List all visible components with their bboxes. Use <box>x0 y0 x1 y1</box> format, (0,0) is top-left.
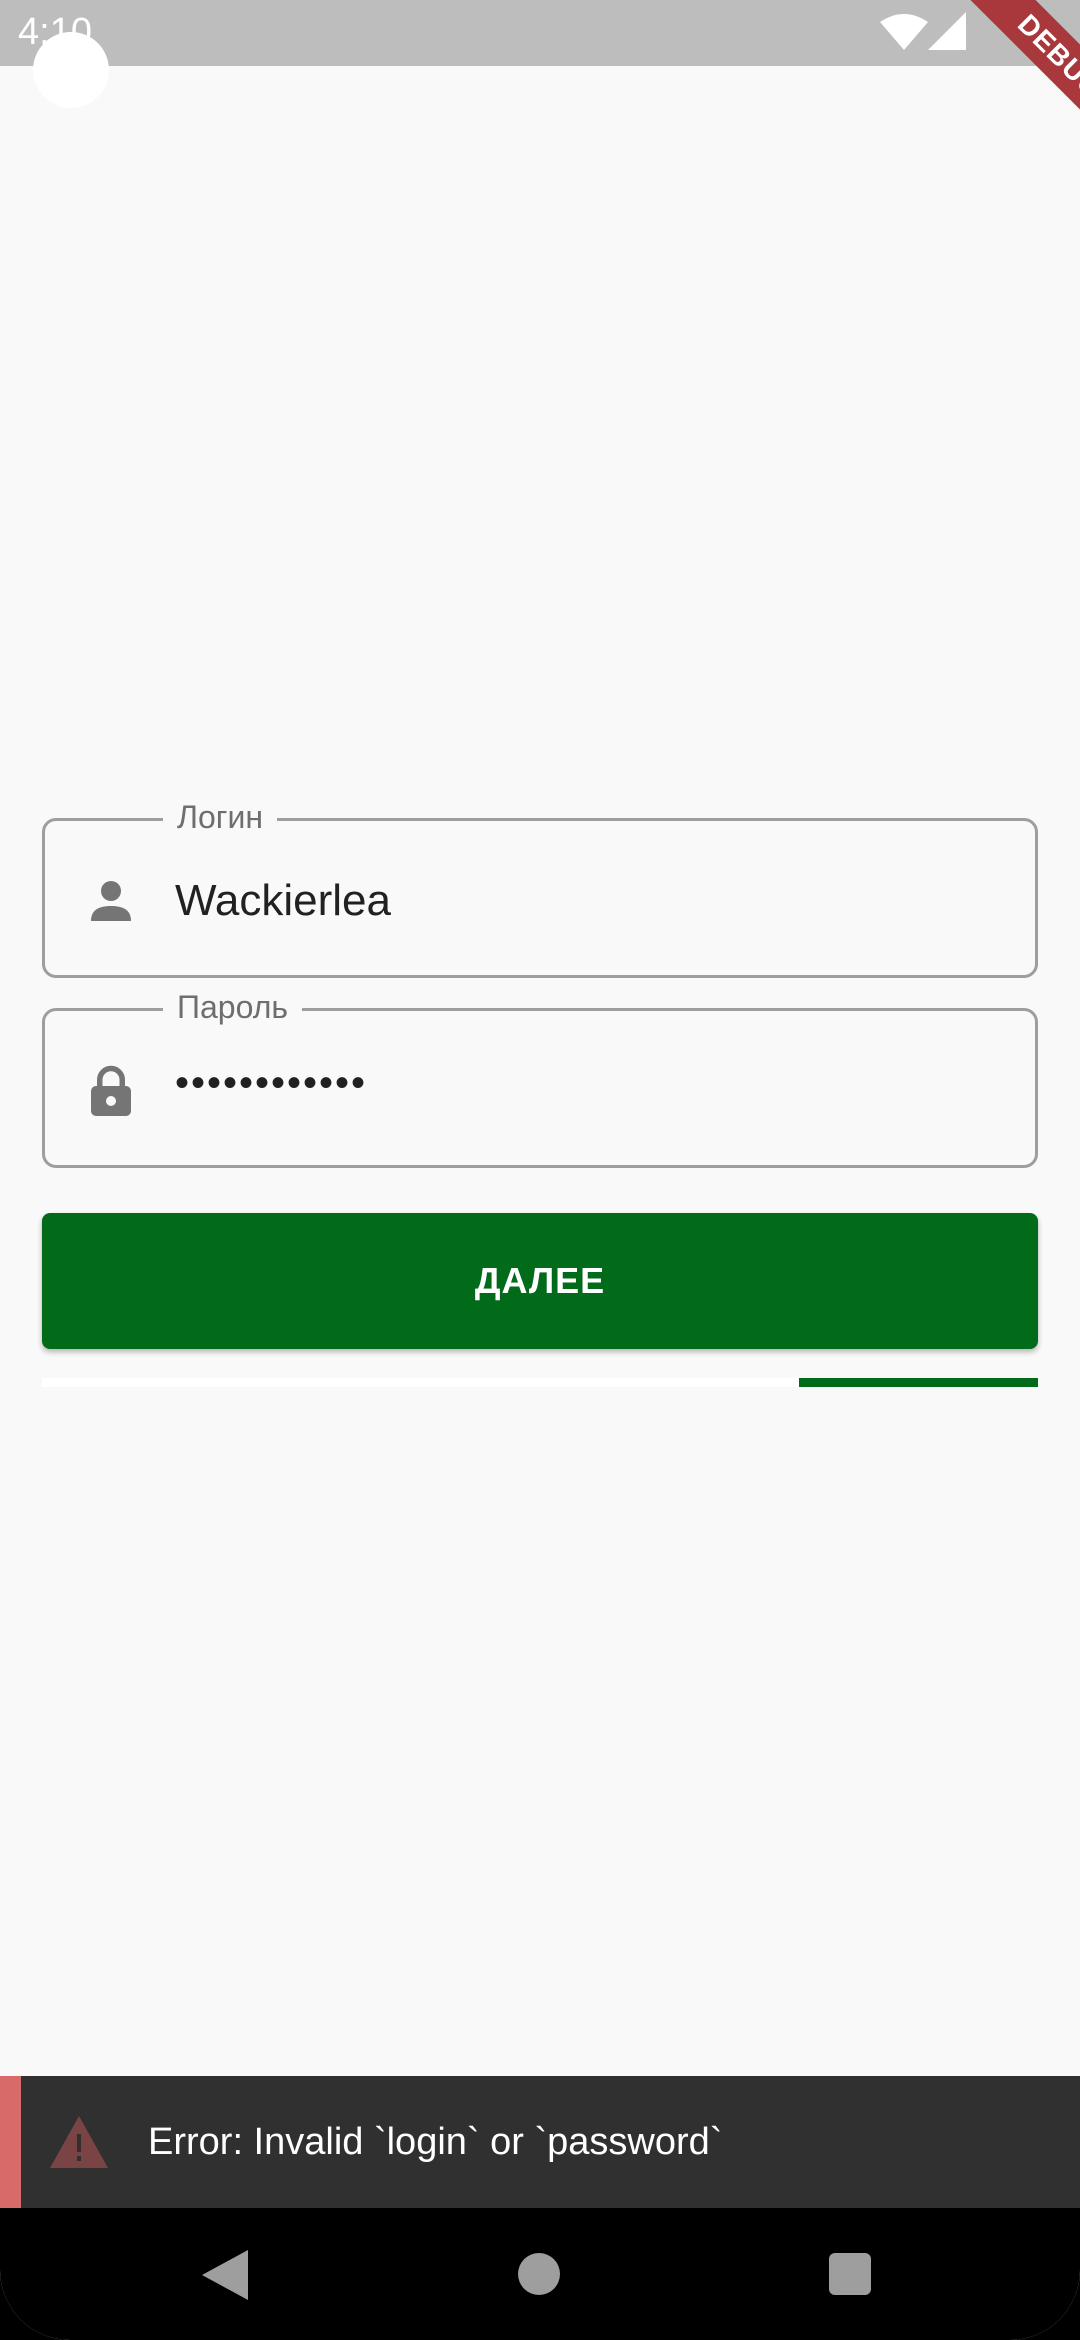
progress-bar <box>42 1378 1038 1387</box>
error-snackbar[interactable]: Error: Invalid `login` or `password` <box>0 2076 1080 2208</box>
login-field[interactable]: Логин Wackierlea <box>42 797 1038 978</box>
next-button[interactable]: ДАЛЕЕ <box>42 1213 1038 1349</box>
app-screen: 4:10 DEBUG Логин Wackierlea Пароль •••••… <box>0 0 1080 2340</box>
login-input-value[interactable]: Wackierlea <box>175 873 391 929</box>
debug-banner: DEBUG <box>910 0 1080 170</box>
camera-cutout <box>33 32 109 108</box>
debug-banner-label: DEBUG <box>951 0 1080 166</box>
home-icon[interactable] <box>518 2253 560 2295</box>
recents-icon[interactable] <box>829 2253 871 2295</box>
password-input-value[interactable]: •••••••••••• <box>175 1055 367 1111</box>
snackbar-accent <box>0 2076 21 2208</box>
back-icon[interactable] <box>202 2250 248 2300</box>
person-icon <box>91 881 131 921</box>
password-field[interactable]: Пароль •••••••••••• <box>42 987 1038 1168</box>
lock-icon <box>91 1065 131 1116</box>
progress-indicator <box>798 1378 1038 1387</box>
navigation-bar <box>0 2208 1080 2340</box>
snackbar-message: Error: Invalid `login` or `password` <box>148 2121 723 2163</box>
warning-icon <box>50 2116 108 2168</box>
login-field-label: Логин <box>163 797 278 837</box>
password-field-label: Пароль <box>163 987 303 1027</box>
